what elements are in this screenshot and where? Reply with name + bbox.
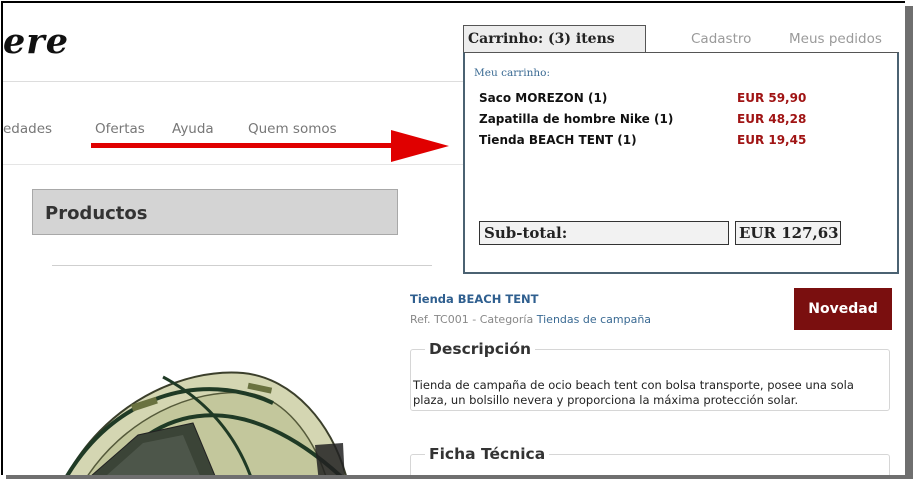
spec-panel: Ficha Técnica [410,445,890,475]
window-shadow-right [904,6,913,477]
product-reference: Ref. TC001 - Categoría Tiendas de campañ… [410,313,651,326]
red-arrow-annotation [91,130,449,162]
store-logo[interactable]: ere [3,21,69,62]
cart-item-name[interactable]: Zapatilla de hombre Nike (1) [479,112,673,126]
product-ref-text: Ref. TC001 - Categoría [410,313,537,326]
nav-item-novedades[interactable]: edades [3,121,52,137]
products-title: Productos [45,203,148,224]
products-header: Productos [32,189,398,235]
cart-tab-label: Carrinho: (3) itens [468,31,615,47]
product-name-link[interactable]: Tienda BEACH TENT [410,292,539,306]
new-badge: Novedad [794,288,892,330]
subtotal-value-box: EUR 127,63 [735,221,841,245]
description-panel: Descripción Tienda de campaña de ocio be… [410,340,890,411]
cart-item-name[interactable]: Saco MOREZON (1) [479,91,607,105]
cart-item-price: EUR 59,90 [737,91,807,105]
product-category-link[interactable]: Tiendas de campaña [537,313,651,326]
cart-item-price: EUR 19,45 [737,133,807,147]
cart-item-name[interactable]: Tienda BEACH TENT (1) [479,133,637,147]
browser-viewport: ere edades Ofertas Ayuda Quem somos Prod… [1,1,905,475]
cart-dropdown: Meu carrinho: Saco MOREZON (1) EUR 59,90… [463,52,899,274]
product-image[interactable] [43,363,353,475]
description-text: Tienda de campaña de ocio beach tent con… [413,378,854,407]
subtotal-value: EUR 127,63 [739,224,839,242]
description-title: Descripción [425,340,536,358]
subtotal-label-box: Sub-total: [479,221,729,245]
content-divider [52,265,432,266]
my-orders-link[interactable]: Meus pedidos [789,31,882,47]
cart-item-price: EUR 48,28 [737,112,807,126]
cart-tab[interactable]: Carrinho: (3) itens [463,25,646,52]
spec-title: Ficha Técnica [425,445,550,463]
header-divider [3,81,463,82]
cart-title: Meu carrinho: [474,67,550,79]
subtotal-label: Sub-total: [484,224,568,242]
register-link[interactable]: Cadastro [691,31,751,47]
